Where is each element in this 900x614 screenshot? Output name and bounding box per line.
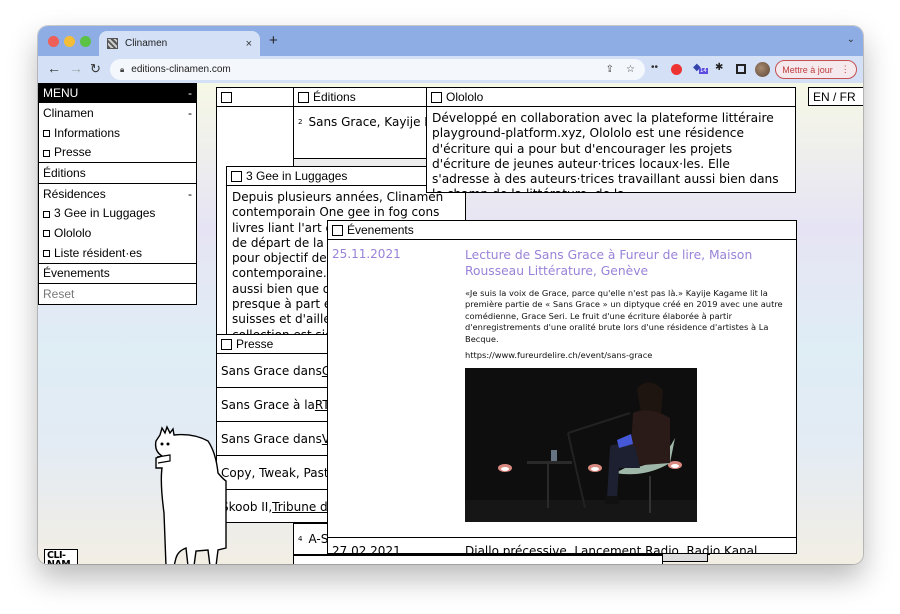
tab-title: Clinamen: [125, 38, 168, 49]
menu-title: MENU: [43, 86, 79, 100]
forward-arrow-icon[interactable]: →: [69, 60, 83, 76]
back-arrow-icon[interactable]: ←: [47, 60, 61, 76]
panel-editions: Éditions 2 Sans Grace, Kayije K: [293, 87, 443, 159]
tab-close-icon[interactable]: ×: [246, 38, 252, 50]
panel-checkbox[interactable]: [221, 338, 232, 350]
panel-olololo: Olololo Développé en collaboration avec …: [426, 87, 796, 193]
panel-header[interactable]: Olololo: [427, 88, 795, 107]
page-viewport: MENU - Clinamen - Informations Presse Éd…: [38, 83, 863, 564]
menu-section-reset: Reset: [39, 283, 196, 304]
browser-tab[interactable]: Clinamen ×: [99, 31, 260, 56]
llama-illustration: [154, 425, 227, 564]
press-item[interactable]: Copy, Tweak, Past: [217, 456, 335, 490]
section-toggle[interactable]: -: [188, 187, 192, 201]
menu-section-evenements: Évenements: [39, 262, 196, 284]
url-text[interactable]: editions-clinamen.com: [131, 64, 593, 75]
minimize-window-button[interactable]: [64, 36, 75, 47]
profile-avatar[interactable]: [755, 62, 770, 77]
event-item: 25.11.2021 Lecture de Sans Grace à Fureu…: [328, 240, 796, 538]
language-switch[interactable]: EN / FR: [808, 87, 863, 106]
panel-body: Développé en collaboration avec la plate…: [432, 111, 779, 192]
panel-header[interactable]: Éditions: [294, 88, 442, 107]
event-title[interactable]: Diallo précessive, Lancement Radio, Radi…: [465, 544, 757, 553]
panel-checkbox[interactable]: [221, 91, 232, 103]
address-bar[interactable]: 🔒︎ editions-clinamen.com ⇪ ☆: [110, 59, 645, 80]
panel-title: Éditions: [313, 90, 356, 104]
menu-item-olololo[interactable]: Olololo: [39, 223, 196, 243]
menu-collapse-toggle[interactable]: -: [188, 86, 192, 100]
event-date: 25.11.2021: [332, 247, 401, 261]
press-item[interactable]: Skoob II, Tribune d: [217, 490, 335, 522]
menu-item-editions[interactable]: Éditions: [39, 163, 196, 183]
press-item[interactable]: Sans Grace à la RT: [217, 388, 335, 422]
event-photo-illustration: [465, 368, 697, 523]
extension-with-badge-icon[interactable]: ◆ 14: [693, 62, 708, 74]
panel-presse: Presse Sans Grace dans C Sans Grace à la…: [216, 334, 336, 523]
new-tab-button[interactable]: +: [269, 32, 278, 49]
tab-list-chevron-icon[interactable]: ⌄: [847, 34, 855, 45]
menu-item-presse[interactable]: Presse: [39, 142, 196, 162]
edition-item-5[interactable]: 5 The filming not the Film, Camille Dumo…: [293, 555, 663, 564]
maximize-window-button[interactable]: [80, 36, 91, 47]
menu-section-editions: Éditions: [39, 162, 196, 183]
panel-title: Olololo: [446, 90, 484, 104]
edition-item[interactable]: 2 Sans Grace, Kayije K: [294, 107, 442, 137]
panel-header[interactable]: Évenements: [328, 221, 796, 240]
panel-checkbox[interactable]: [231, 170, 242, 182]
menu-item-residences[interactable]: Résidences -: [39, 184, 196, 204]
extension-badge: 14: [699, 68, 708, 74]
event-link[interactable]: https://www.fureurdelire.ch/event/sans-g…: [465, 350, 785, 360]
menu-item-informations[interactable]: Informations: [39, 123, 196, 143]
event-date: 27.02.2021: [332, 544, 401, 554]
press-link[interactable]: Tribune d: [272, 500, 327, 514]
event-item: 27.02.2021 Diallo précessive, Lancement …: [328, 538, 796, 554]
bookmark-star-icon[interactable]: ☆: [626, 64, 635, 75]
browser-toolbar: ← → ↻ 🔒︎ editions-clinamen.com ⇪ ☆ •• ◆ 1…: [38, 56, 863, 83]
panel-title: 3 Gee in Luggages: [246, 169, 348, 183]
menu-item-evenements[interactable]: Évenements: [39, 264, 196, 284]
event-description: «Je suis la voix de Grace, parce qu'elle…: [465, 288, 783, 344]
adblock-extension-icon[interactable]: [671, 64, 682, 75]
menu-item-3-gee-in-luggages[interactable]: 3 Gee in Luggages: [39, 203, 196, 223]
panel-header[interactable]: [217, 88, 293, 107]
close-window-button[interactable]: [48, 36, 59, 47]
panel-header[interactable]: Presse: [217, 335, 335, 354]
event-title[interactable]: Lecture de Sans Grace à Fureur de lire, …: [465, 247, 785, 279]
more-menu-icon[interactable]: ⋮: [841, 64, 850, 75]
main-menu: MENU - Clinamen - Informations Presse Éd…: [38, 83, 197, 305]
lock-icon: 🔒︎: [120, 64, 125, 74]
panel-checkbox[interactable]: [332, 224, 343, 236]
panel-evenements: Évenements 25.11.2021 Lecture de Sans Gr…: [327, 220, 797, 554]
clinamen-logo[interactable]: CLI- NAM EN: [44, 549, 78, 564]
side-panel-icon[interactable]: [736, 64, 746, 74]
panel-checkbox[interactable]: [298, 91, 309, 103]
extension-dots-icon[interactable]: ••: [651, 62, 658, 73]
browser-window: Clinamen × + ⌄ ← → ↻ 🔒︎ editions-cliname…: [38, 26, 863, 564]
press-item[interactable]: Sans Grace dans C: [217, 354, 335, 388]
menu-section-residences: Résidences - 3 Gee in Luggages Olololo L…: [39, 182, 196, 263]
event-photo: [465, 368, 697, 523]
share-icon[interactable]: ⇪: [606, 64, 614, 75]
panel-title: Presse: [236, 337, 274, 351]
panel-title: Évenements: [347, 223, 414, 237]
reset-button[interactable]: Reset: [39, 284, 196, 304]
favicon-icon: [107, 38, 118, 49]
menu-item-clinamen[interactable]: Clinamen -: [39, 103, 196, 123]
section-toggle[interactable]: -: [188, 106, 192, 120]
press-item[interactable]: Sans Grace dans V: [217, 422, 335, 456]
menu-section-clinamen: Clinamen - Informations Presse: [39, 102, 196, 162]
tab-bar: Clinamen × + ⌄: [38, 26, 863, 56]
menu-header[interactable]: MENU -: [39, 84, 196, 102]
update-button-label: Mettre à jour: [782, 64, 833, 75]
reload-icon[interactable]: ↻: [90, 61, 101, 77]
extensions-puzzle-icon[interactable]: ✱: [715, 62, 723, 73]
panel-checkbox[interactable]: [431, 91, 442, 103]
update-button[interactable]: Mettre à jour ⋮: [775, 60, 857, 79]
menu-item-liste-residentes[interactable]: Liste résident·es: [39, 243, 196, 263]
